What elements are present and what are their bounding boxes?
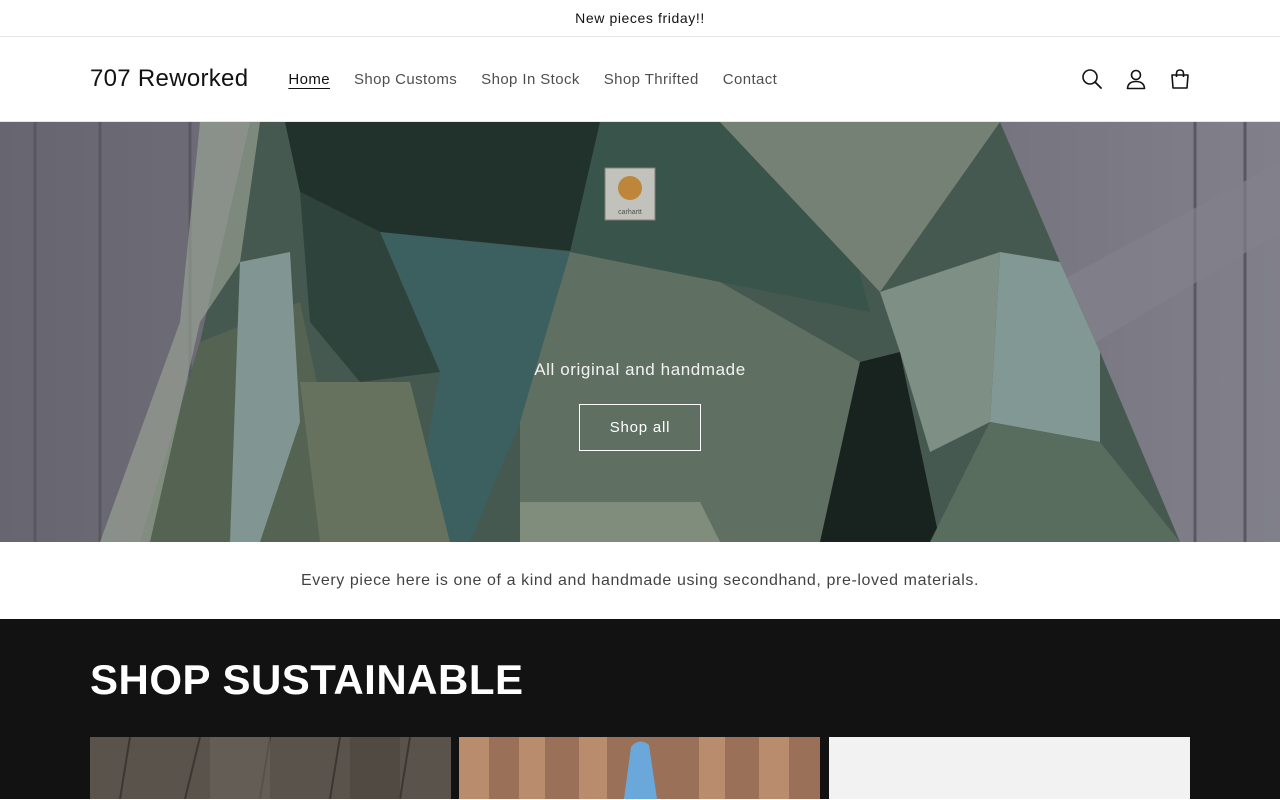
shop-all-button[interactable]: Shop all xyxy=(579,404,701,451)
announcement-text: New pieces friday!! xyxy=(575,10,705,26)
nav-item-shop-thrifted[interactable]: Shop Thrifted xyxy=(592,71,711,88)
collection-cards xyxy=(90,737,1190,799)
main-nav: Home Shop Customs Shop In Stock Shop Thr… xyxy=(276,71,789,88)
hero-image: carhartt xyxy=(0,122,1280,542)
collection-card-1[interactable] xyxy=(90,737,451,799)
nav-item-shop-in-stock[interactable]: Shop In Stock xyxy=(469,71,592,88)
collection-section: SHOP SUSTAINABLE xyxy=(0,619,1280,799)
announcement-bar: New pieces friday!! xyxy=(0,0,1280,37)
nav-item-home[interactable]: Home xyxy=(276,71,342,88)
site-logo[interactable]: 707 Reworked xyxy=(90,65,248,93)
collection-card-image xyxy=(90,737,451,799)
hero-content: All original and handmade Shop all xyxy=(0,360,1280,451)
nav-item-shop-customs[interactable]: Shop Customs xyxy=(342,71,469,88)
hero-text: All original and handmade xyxy=(534,360,746,379)
header-icons xyxy=(1080,37,1192,121)
collection-card-2[interactable] xyxy=(459,737,821,799)
nav-item-contact[interactable]: Contact xyxy=(711,71,790,88)
account-icon[interactable] xyxy=(1124,67,1148,91)
collection-title: SHOP SUSTAINABLE xyxy=(90,656,524,703)
collection-card-image xyxy=(459,737,821,799)
hero-banner: carhartt All original and handmade Shop … xyxy=(0,122,1280,542)
tagline-section: Every piece here is one of a kind and ha… xyxy=(0,542,1280,619)
cart-icon[interactable] xyxy=(1168,67,1192,91)
tagline-text: Every piece here is one of a kind and ha… xyxy=(300,571,980,589)
collection-card-3[interactable] xyxy=(828,737,1190,799)
search-icon[interactable] xyxy=(1080,67,1104,91)
site-header: 707 Reworked Home Shop Customs Shop In S… xyxy=(0,37,1280,122)
